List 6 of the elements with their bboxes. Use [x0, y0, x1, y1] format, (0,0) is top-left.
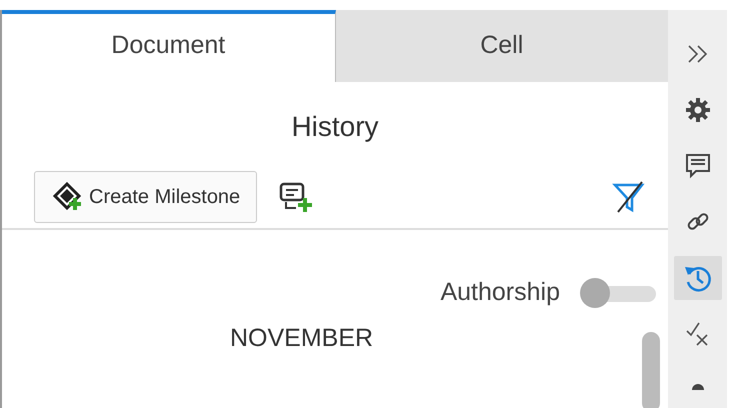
create-milestone-button[interactable]: Create Milestone — [34, 171, 258, 223]
panel-title: History — [290, 110, 380, 144]
authorship-label: Authorship — [440, 277, 560, 308]
month-heading: NOVEMBER — [230, 322, 374, 354]
panel-tab[interactable]: Document — [2, 10, 336, 82]
panel-tab[interactable]: Cell — [336, 10, 668, 82]
